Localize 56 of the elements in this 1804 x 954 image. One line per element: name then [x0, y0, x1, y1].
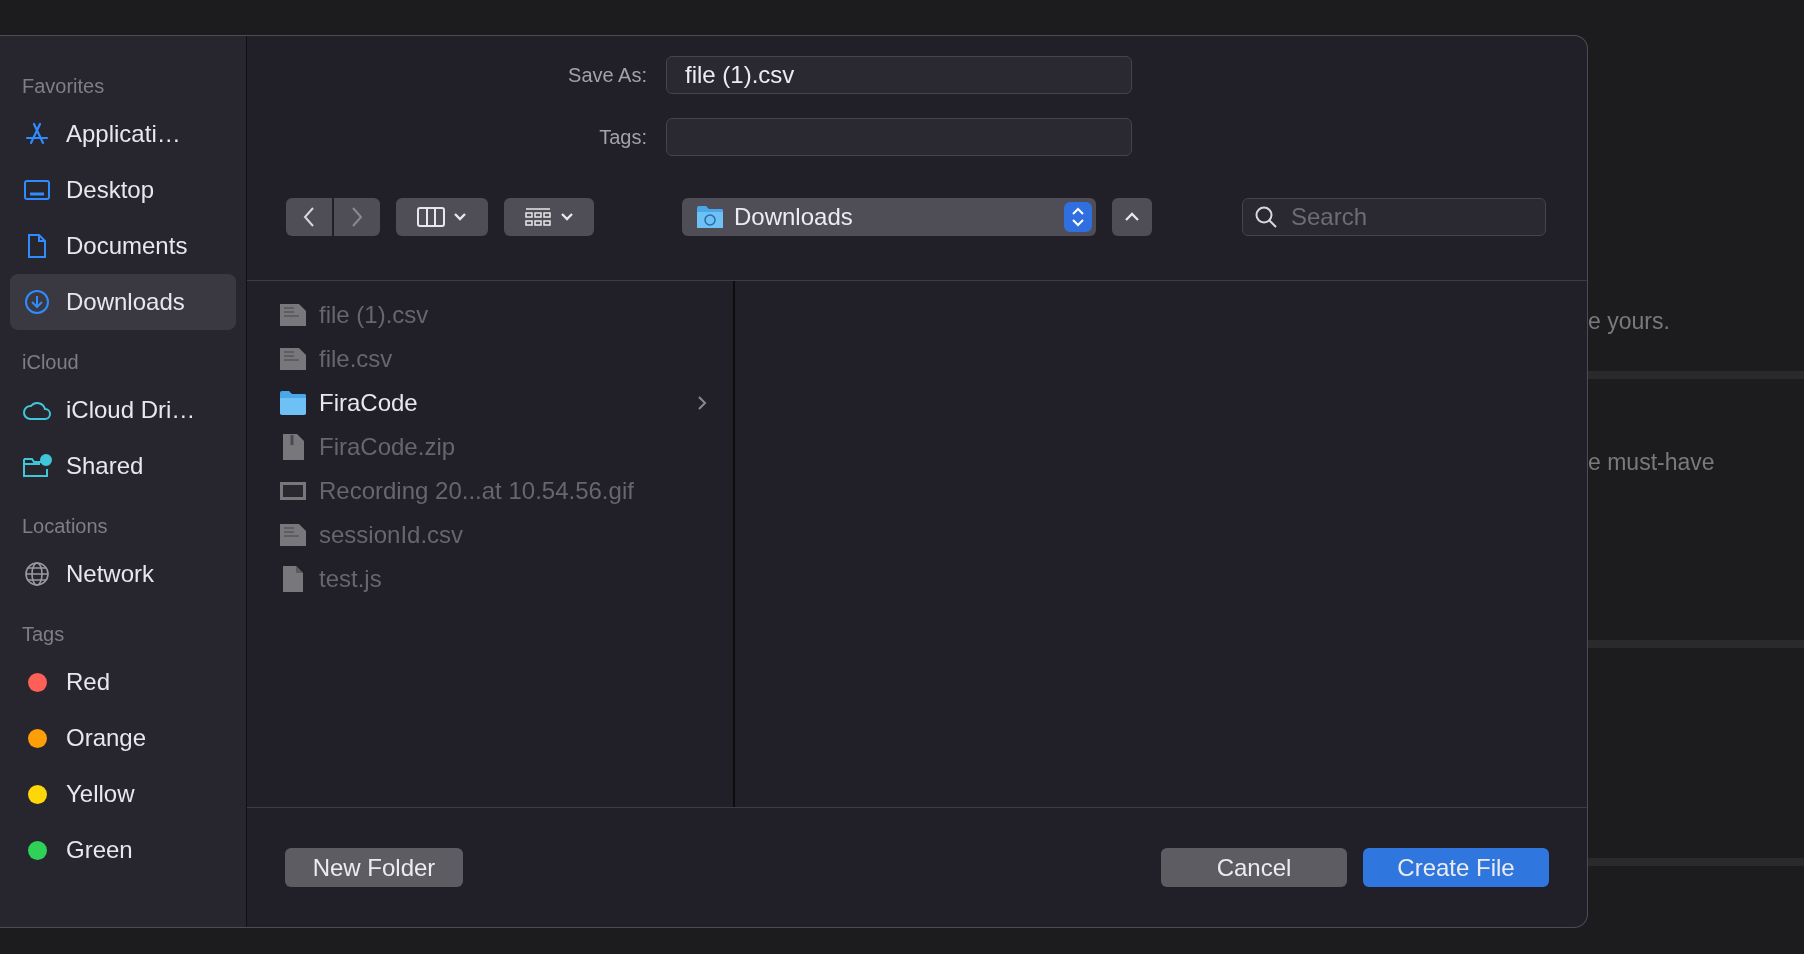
sidebar-item[interactable]: Documents [10, 218, 236, 274]
field-label: Save As: [567, 63, 647, 87]
zip-file-icon [281, 433, 305, 461]
chevron-left-icon [302, 206, 316, 228]
csv-file-icon [279, 523, 307, 547]
sidebar-item[interactable]: Yellow [10, 766, 236, 822]
csv-file-icon [279, 347, 307, 371]
document-icon [26, 233, 48, 259]
csv-file-icon [279, 303, 307, 327]
sidebar-item[interactable]: Downloads [10, 274, 236, 330]
sidebar-item[interactable]: Network [10, 546, 236, 602]
image-file-icon [279, 481, 307, 501]
sidebar-item[interactable]: iCloud Dri… [10, 382, 236, 438]
stepper-icon [1064, 202, 1092, 232]
filename-field[interactable]: file (1).csv [666, 56, 1132, 94]
sidebar-item[interactable]: Desktop [10, 162, 236, 218]
sidebar-item[interactable]: Green [10, 822, 236, 878]
js-file-icon [282, 565, 304, 593]
new-folder-button[interactable]: New Folder [285, 848, 463, 887]
sidebar-item[interactable]: Red [10, 654, 236, 710]
chevron-right-icon [350, 206, 364, 228]
sidebar-item[interactable]: Orange [10, 710, 236, 766]
chevron-icon [697, 395, 707, 411]
caret-icon [453, 212, 467, 222]
section-header: Favorites [21, 73, 106, 99]
shared-folder-icon [22, 453, 52, 479]
chevron-up-icon [1124, 211, 1140, 223]
grid-icon [524, 207, 552, 227]
tags-field[interactable] [666, 118, 1132, 156]
sidebar-item[interactable]: Shared [10, 438, 236, 494]
caret-icon [560, 212, 574, 222]
folder-icon [279, 390, 307, 416]
body-text: e must-have [1588, 449, 1716, 476]
back-button[interactable] [286, 198, 332, 236]
location-popup[interactable]: Downloads [682, 198, 1096, 236]
app-store-icon [24, 121, 50, 147]
globe-icon [24, 561, 50, 587]
grid-view-button[interactable] [504, 198, 594, 236]
search-field[interactable]: Search [1242, 198, 1546, 236]
cloud-icon [22, 399, 52, 421]
up-button[interactable] [1112, 198, 1152, 236]
file-row[interactable]: FiraCode [247, 381, 733, 425]
create-file-button[interactable]: Create File [1363, 848, 1549, 887]
column-view-button[interactable] [396, 198, 488, 236]
desktop-icon [23, 178, 51, 202]
section-header: Locations [21, 513, 109, 539]
download-icon [24, 289, 50, 315]
section-header: iCloud [21, 349, 80, 375]
folder-icon [696, 205, 724, 229]
section-header: Tags [21, 621, 66, 647]
columns-icon [417, 207, 445, 227]
field-label: Tags: [598, 125, 647, 149]
search-icon [1254, 205, 1278, 229]
sidebar-item[interactable]: Applicati… [10, 106, 236, 162]
cancel-button[interactable]: Cancel [1161, 848, 1347, 887]
body-text: e yours. [1588, 308, 1671, 335]
